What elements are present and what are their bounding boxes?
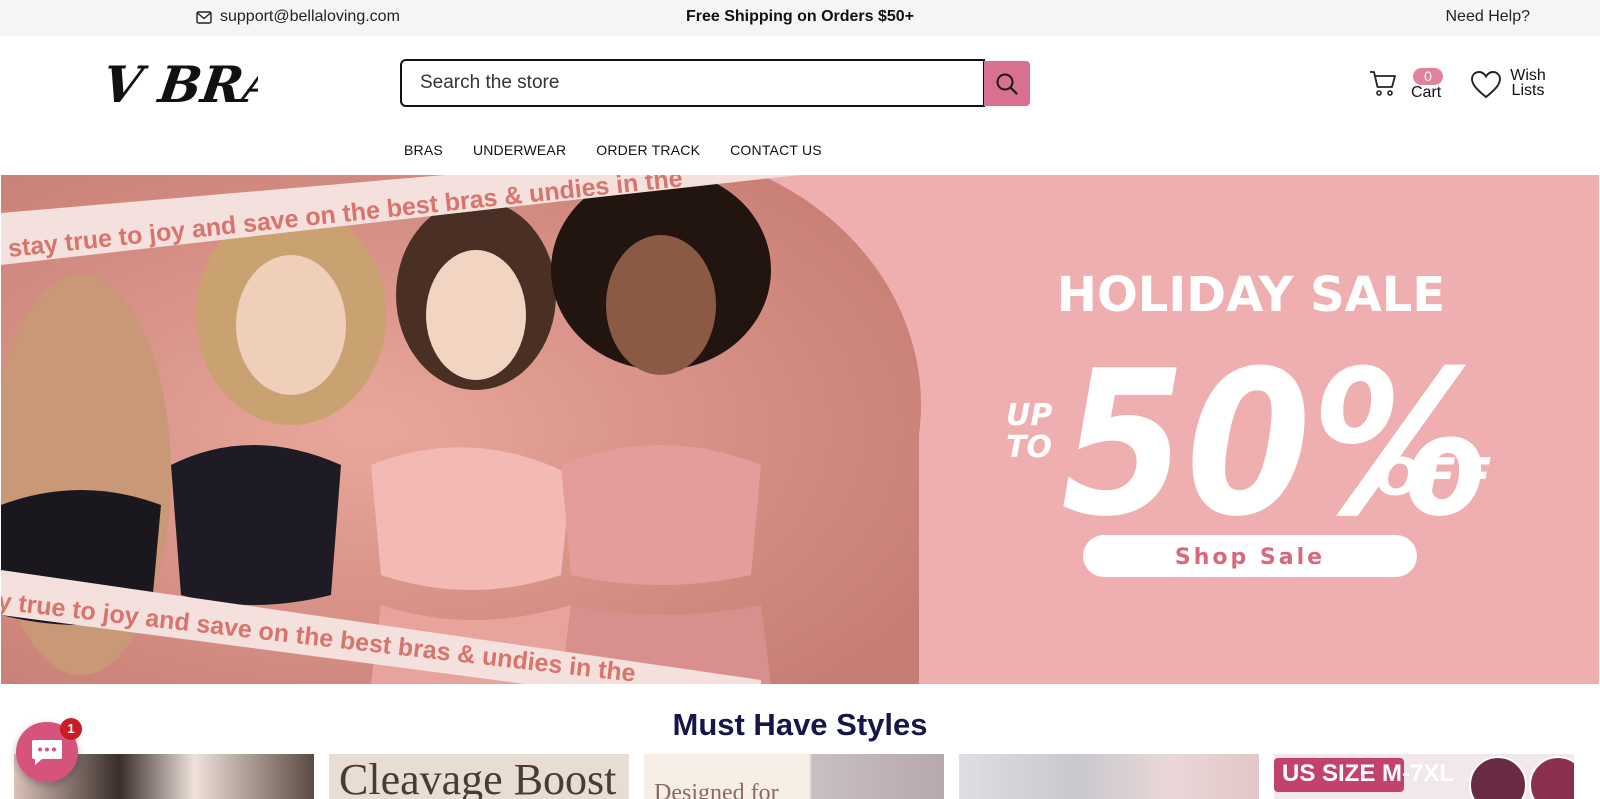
cart-icon bbox=[1370, 71, 1396, 96]
product-cards: Cleavage Boost Designed for US SIZE M-7X… bbox=[14, 754, 1600, 799]
logo-text: V BRAS bbox=[108, 55, 258, 114]
nav-item-underwear[interactable]: UNDERWEAR bbox=[473, 142, 566, 158]
hero-banner[interactable]: stay true to joy and save on the best br… bbox=[1, 175, 1599, 684]
mail-icon bbox=[196, 10, 212, 24]
nav-item-order-track[interactable]: ORDER TRACK bbox=[596, 142, 700, 158]
nav-item-contact-us[interactable]: CONTACT US bbox=[730, 142, 822, 158]
wishlist-button[interactable]: Wish Lists bbox=[1470, 68, 1560, 108]
shop-sale-label: Shop Sale bbox=[1175, 545, 1325, 570]
card-product-thumb-2 bbox=[1529, 756, 1574, 799]
cart-count-badge: 0 bbox=[1413, 68, 1443, 85]
product-card-4[interactable] bbox=[959, 754, 1259, 799]
hero-to-text: TO bbox=[1006, 430, 1052, 465]
wishlist-label-line2: Lists bbox=[1511, 82, 1545, 99]
wishlist-label: Wish Lists bbox=[1508, 67, 1548, 99]
hero-headline: HOLIDAY SALE bbox=[1057, 267, 1445, 323]
product-card-3[interactable]: Designed for bbox=[644, 754, 944, 799]
search-input[interactable] bbox=[420, 72, 983, 94]
cart-button[interactable]: 0 Cart bbox=[1368, 66, 1448, 106]
store-logo[interactable]: V BRAS bbox=[99, 50, 322, 116]
search-box bbox=[400, 59, 985, 107]
chat-unread-badge: 1 bbox=[60, 718, 82, 740]
card-product-thumb bbox=[1469, 756, 1527, 799]
card-designed-text: Designed for bbox=[654, 780, 779, 799]
support-email-text: support@bellaloving.com bbox=[220, 8, 400, 25]
product-card-2[interactable]: Cleavage Boost bbox=[329, 754, 629, 799]
main-nav: BRAS UNDERWEAR ORDER TRACK CONTACT US bbox=[404, 142, 822, 158]
product-card-5[interactable]: US SIZE M-7XL bbox=[1274, 754, 1574, 799]
heart-icon bbox=[1471, 71, 1501, 99]
card-size-text: US SIZE M-7XL bbox=[1282, 760, 1455, 787]
hero-up-text: UP bbox=[1006, 398, 1052, 433]
cart-label: Cart bbox=[1411, 84, 1442, 101]
announcement-bar: support@bellaloving.com Free Shipping on… bbox=[0, 0, 1600, 36]
search-button[interactable] bbox=[984, 61, 1030, 106]
chat-icon bbox=[32, 740, 62, 765]
card-cleavage-text: Cleavage Boost bbox=[339, 755, 617, 799]
support-email-link[interactable]: support@bellaloving.com bbox=[196, 8, 400, 26]
section-title: Must Have Styles bbox=[672, 707, 928, 742]
wishlist-label-line1: Wish bbox=[1510, 67, 1546, 84]
need-help-link[interactable]: Need Help? bbox=[1446, 8, 1531, 26]
hero-off-text: OFF bbox=[1376, 448, 1491, 508]
search-icon bbox=[996, 73, 1018, 95]
hero-discount: 50% bbox=[1061, 328, 1491, 561]
shop-sale-button[interactable]: Shop Sale bbox=[1083, 535, 1417, 577]
nav-item-bras[interactable]: BRAS bbox=[404, 142, 443, 158]
